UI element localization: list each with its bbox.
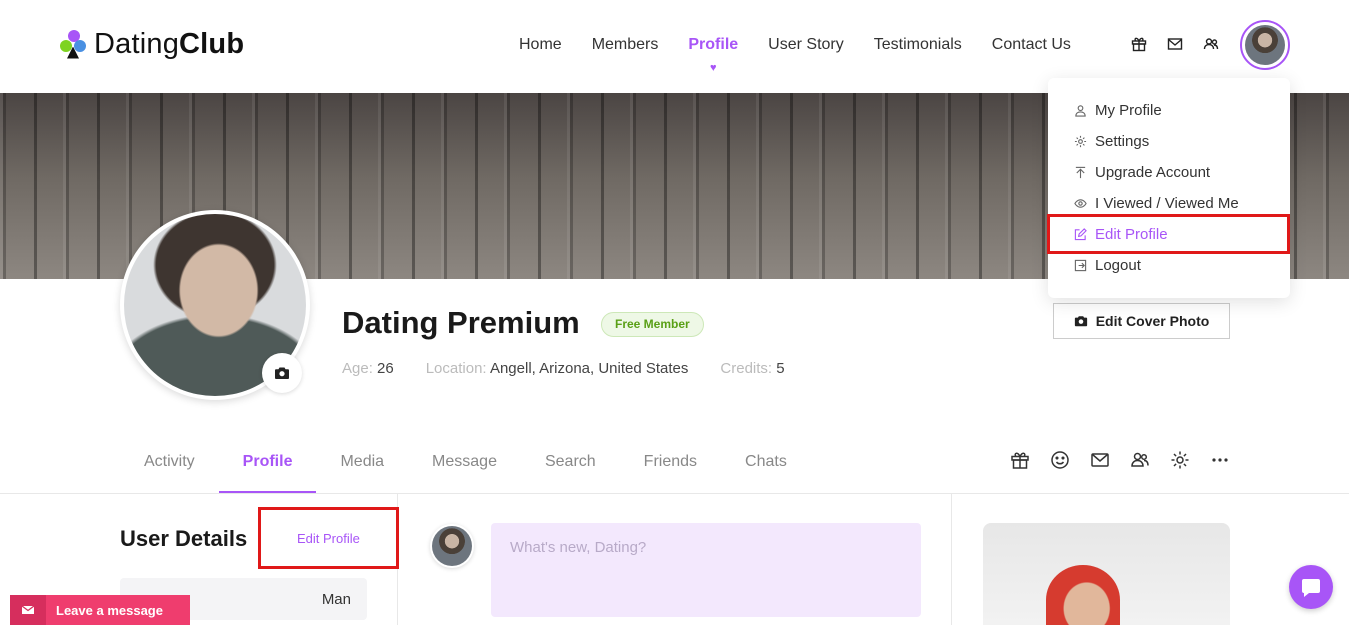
logo[interactable]: DatingClub <box>60 28 244 61</box>
chat-bubble-button[interactable] <box>1289 565 1333 609</box>
tab-friends[interactable]: Friends <box>620 430 721 494</box>
meta-credits: Credits: 5 <box>720 360 785 377</box>
header-icons <box>1131 36 1239 52</box>
gift-icon[interactable] <box>1131 36 1147 52</box>
menu-settings[interactable]: Settings <box>1074 126 1149 157</box>
profile-dropdown-menu: My Profile Settings Upgrade Account I Vi… <box>1048 78 1290 298</box>
tab-chats[interactable]: Chats <box>721 430 811 494</box>
highlight-box <box>1047 214 1290 254</box>
tab-media[interactable]: Media <box>316 430 408 494</box>
logo-mark-icon <box>60 29 88 60</box>
gear-icon <box>1074 135 1087 148</box>
menu-upgrade-account[interactable]: Upgrade Account <box>1074 157 1210 188</box>
logo-text: DatingClub <box>94 28 245 60</box>
profile-action-icons <box>1010 450 1250 470</box>
main-nav: Home Members Profile ♥ User Story Testimo… <box>519 36 1101 74</box>
user-icon <box>1075 105 1086 117</box>
camera-icon <box>275 367 289 379</box>
change-avatar-button[interactable] <box>262 353 302 393</box>
nav-home[interactable]: Home <box>519 36 562 54</box>
column-divider <box>951 494 952 625</box>
smile-icon[interactable] <box>1050 450 1070 470</box>
highlight-box <box>258 507 399 569</box>
more-icon[interactable] <box>1210 450 1230 470</box>
chat-icon <box>1302 579 1320 597</box>
tab-message[interactable]: Message <box>408 430 521 494</box>
header-avatar[interactable] <box>1240 20 1290 70</box>
envelope-icon <box>10 595 46 625</box>
promo-photo <box>1046 565 1120 625</box>
nav-profile[interactable]: Profile ♥ <box>688 36 738 74</box>
avatar-image <box>432 526 472 566</box>
detail-value: Man <box>321 591 351 608</box>
upload-icon <box>1075 166 1086 179</box>
leave-message-button[interactable]: Leave a message <box>10 595 190 625</box>
mail-icon[interactable] <box>1090 450 1110 470</box>
gift-icon[interactable] <box>1010 450 1030 470</box>
tab-activity[interactable]: Activity <box>120 430 219 494</box>
profile-meta: Age: 26 Location: Angell, Arizona, Unite… <box>342 360 817 377</box>
tab-profile[interactable]: Profile <box>218 430 317 494</box>
edit-cover-photo-button[interactable]: Edit Cover Photo <box>1053 303 1230 339</box>
gear-icon[interactable] <box>1170 450 1190 470</box>
camera-icon <box>1074 316 1087 327</box>
tab-search[interactable]: Search <box>521 430 620 494</box>
nav-contact-us[interactable]: Contact Us <box>992 36 1071 54</box>
eye-icon <box>1074 199 1087 208</box>
user-details-title: User Details <box>120 526 248 551</box>
menu-my-profile[interactable]: My Profile <box>1074 95 1162 126</box>
meta-location: Location: Angell, Arizona, United States <box>425 360 689 377</box>
avatar-image <box>1245 25 1285 65</box>
profile-tabs: Activity Profile Media Message Search Fr… <box>120 430 811 494</box>
friends-icon[interactable] <box>1130 450 1150 470</box>
member-badge: Free Member <box>601 312 704 337</box>
menu-logout[interactable]: Logout <box>1074 250 1141 281</box>
nav-members[interactable]: Members <box>592 36 659 54</box>
composer-avatar <box>430 524 474 568</box>
friends-icon[interactable] <box>1203 36 1219 52</box>
logout-icon <box>1074 259 1087 272</box>
profile-name: Dating Premium <box>342 305 580 340</box>
nav-user-story[interactable]: User Story <box>768 36 844 54</box>
meta-age: Age: 26 <box>342 360 394 377</box>
tabs-divider <box>0 493 1349 494</box>
mail-icon[interactable] <box>1167 36 1183 52</box>
nav-testimonials[interactable]: Testimonials <box>874 36 962 54</box>
post-composer-input[interactable] <box>491 523 921 617</box>
heart-icon: ♥ <box>710 62 717 74</box>
